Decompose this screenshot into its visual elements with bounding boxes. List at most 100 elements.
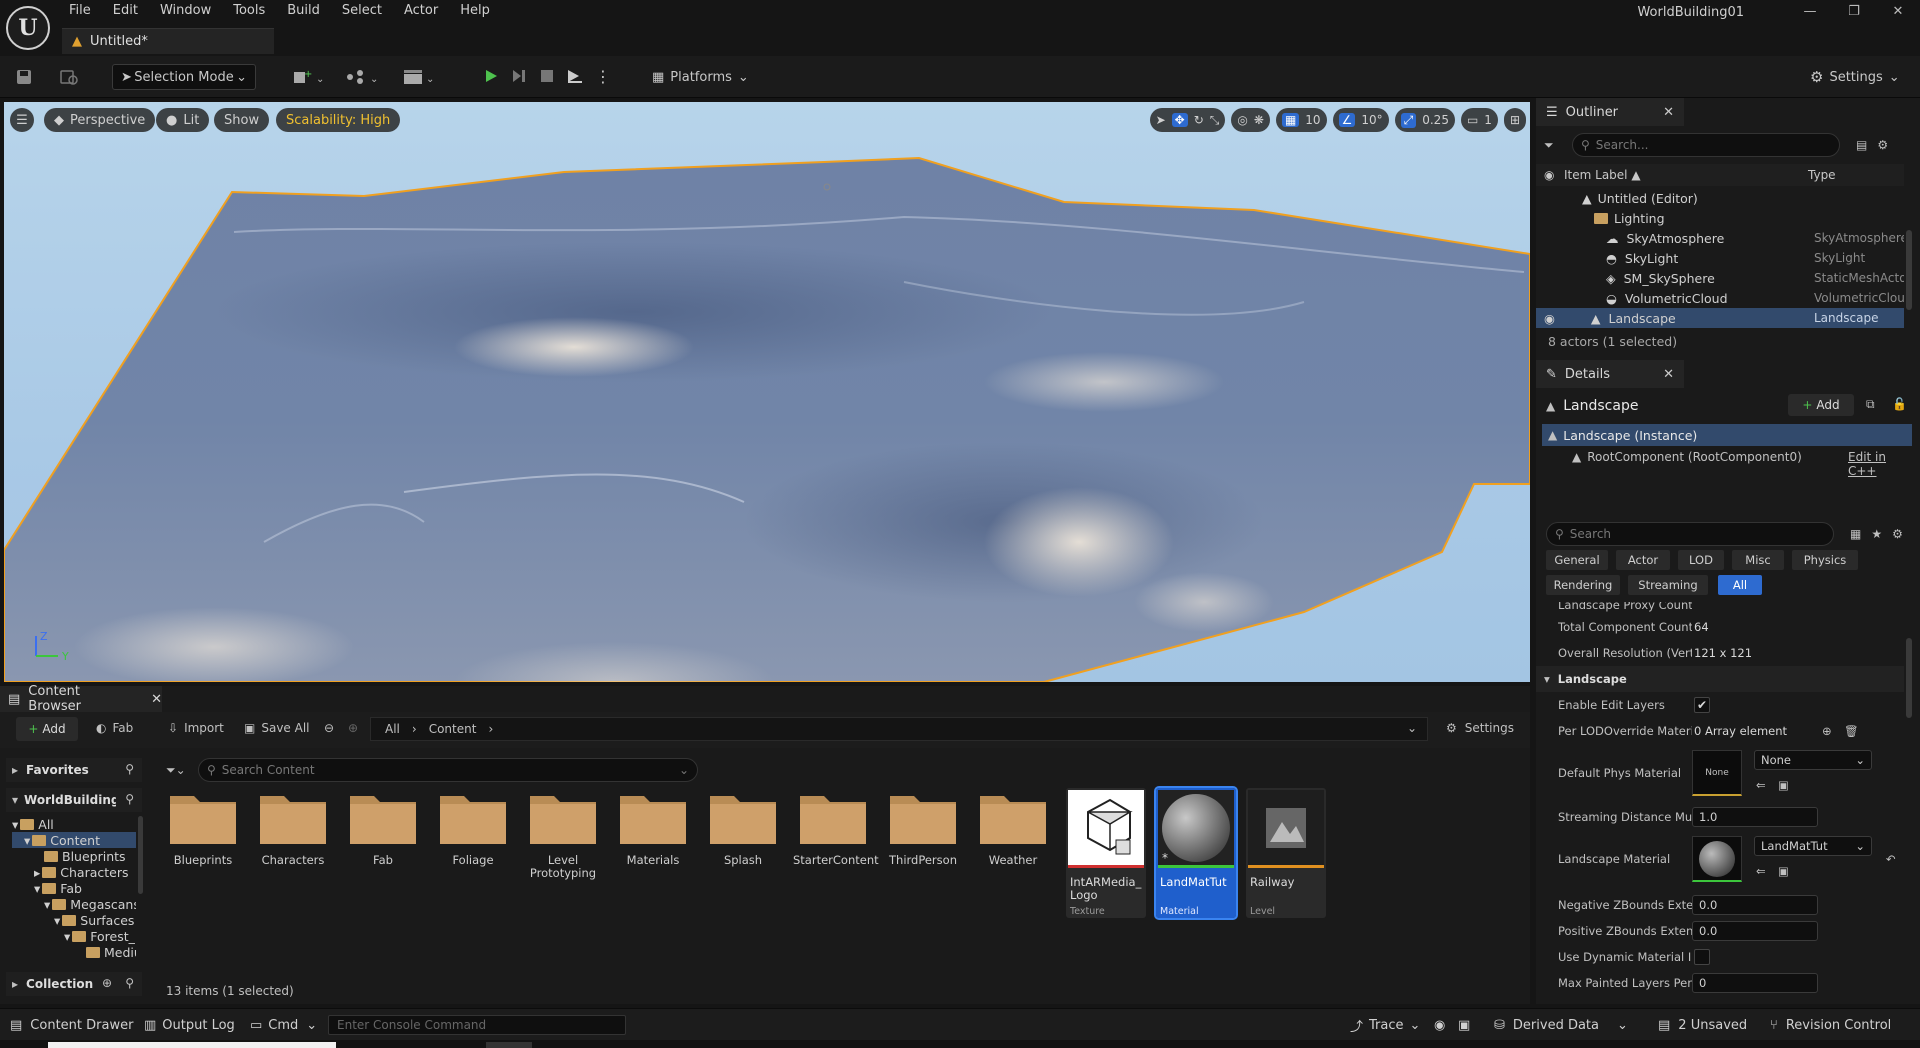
close-icon[interactable]: ✕ [1663,367,1674,382]
add-actor-icon[interactable]: + ⌄ [292,64,326,90]
tree-scrollbar[interactable] [138,816,143,894]
move-tool-icon[interactable]: ✥ [1171,113,1188,127]
filter-icon[interactable]: ⏷⌄ [166,763,198,778]
chevron-down-icon[interactable]: ⌄ [1407,721,1417,735]
positive-zbounds-input[interactable]: 0.0 [1692,921,1818,941]
scale-snap-value[interactable]: 0.25 [1422,113,1449,127]
level-viewport[interactable]: ☰ ◆ Perspective ● Lit Show Scalability: … [4,102,1530,682]
edit-in-cpp-link[interactable]: Edit in C++ [1848,450,1912,478]
play-icon[interactable] [480,64,502,88]
filter-streaming[interactable]: Streaming [1628,575,1708,595]
world-icon[interactable]: ◎ [1237,113,1247,127]
search-icon[interactable]: ⚲ [125,762,134,776]
menu-edit[interactable]: Edit [102,0,149,24]
outliner-search-input[interactable]: ⚲ Search... [1572,133,1840,157]
search-icon[interactable]: ⚲ [125,792,134,806]
add-folder-icon[interactable]: ▤ [1856,138,1867,152]
gear-icon[interactable]: ⚙ [1877,138,1888,152]
taskbar-item[interactable] [48,1042,336,1048]
folder-foliage[interactable]: Foliage [433,788,513,918]
lit-button[interactable]: ● Lit [156,108,210,132]
outliner-row-volumetriccloud[interactable]: ◒ VolumetricCloud VolumetricCloud [1536,288,1904,308]
content-drawer-button[interactable]: ▤ Content Drawer [10,1009,133,1041]
menu-window[interactable]: Window [149,0,222,24]
browse-folder-icon[interactable]: ▣ [1778,864,1789,878]
selection-mode-dropdown[interactable]: ➤ Selection Mode ⌄ [112,64,256,90]
forward-arrow-icon[interactable]: ⊕ [348,721,358,735]
folder-splash[interactable]: Splash [703,788,783,918]
fab-button[interactable]: ◐ Fab [96,721,133,735]
output-log-button[interactable]: ▥ Output Log [144,1009,235,1041]
outliner-scrollbar[interactable] [1906,230,1912,310]
close-icon[interactable]: ✕ [1876,0,1920,24]
unsaved-button[interactable]: ▤ 2 Unsaved [1658,1009,1747,1041]
cmd-dropdown[interactable]: ▭ Cmd ⌄ [250,1009,317,1041]
favorites-section[interactable]: ▸ Favorites ⚲ [6,758,142,782]
derived-data-dropdown[interactable]: ⛁ Derived Data ⌄ [1494,1009,1628,1041]
dynamic-material-checkbox[interactable] [1694,949,1710,965]
record-icon[interactable]: ◉ [1434,1009,1445,1041]
add-element-icon[interactable]: ⊕ [1822,724,1832,738]
tree-medium[interactable]: Mediu [86,944,136,960]
tree-fab[interactable]: ▾ Fab [34,880,82,896]
outliner-row-skyatmosphere[interactable]: ☁ SkyAtmosphere SkyAtmosphere [1536,228,1904,248]
camera-icon[interactable]: ▭ [1467,113,1478,127]
unreal-logo-icon[interactable]: U [6,6,50,50]
back-arrow-icon[interactable]: ⊖ [324,721,334,735]
add-component-button[interactable]: + Add [1788,394,1854,416]
enable-edit-layers-checkbox[interactable]: ✔ [1694,697,1710,713]
trace-dropdown[interactable]: ⤴ Trace ⌄ [1350,1009,1420,1041]
level-tab[interactable]: ▲ Untitled* [62,28,274,54]
component-instance-row[interactable]: ▲ Landscape (Instance) [1542,424,1912,446]
tree-megascans[interactable]: ▾ Megascans [44,896,136,912]
asset-landmattut[interactable]: * LandMatTut Material [1154,786,1238,920]
outliner-row-lighting[interactable]: Lighting [1536,208,1904,228]
folder-level-prototyping[interactable]: Level Prototyping [523,788,603,918]
filter-general[interactable]: General [1546,550,1608,570]
select-tool-icon[interactable]: ➤ [1156,113,1166,127]
tree-surfaces[interactable]: ▾ Surfaces [54,912,134,928]
restore-icon[interactable]: ❐ [1832,0,1876,24]
details-search-input[interactable]: ⚲ Search [1546,522,1834,546]
table-view-icon[interactable]: ▦ [1850,527,1861,541]
scalability-warning[interactable]: Scalability: High [276,108,401,132]
type-column[interactable]: Type [1808,168,1836,182]
platforms-button[interactable]: ▦ Platforms ⌄ [652,64,749,90]
folder-materials[interactable]: Materials [613,788,693,918]
browse-level-icon[interactable] [60,64,78,90]
add-collection-icon[interactable]: ⊕ [102,976,112,990]
perspective-button[interactable]: ◆ Perspective [44,108,156,132]
screenshot-icon[interactable]: ▣ [1458,1009,1470,1041]
details-tab[interactable]: ✎ Details ✕ [1536,360,1684,388]
minimize-icon[interactable]: — [1788,0,1832,24]
breadcrumb-all[interactable]: All [385,722,400,736]
landscape-material-dropdown[interactable]: LandMatTut ⌄ [1754,836,1872,856]
filter-lod[interactable]: LOD [1678,550,1724,570]
tree-characters[interactable]: ▸ Characters [34,864,129,880]
collections-section[interactable]: ▸ Collection ⊕ ⚲ [6,972,142,996]
console-command-input[interactable]: Enter Console Command [328,1015,626,1035]
outliner-row-landscape[interactable]: ◉ ▲ Landscape Landscape [1536,308,1904,328]
filter-icon[interactable]: ⏷ [1544,138,1572,153]
folder-starter-content[interactable]: StarterContent [793,788,879,918]
folder-third-person[interactable]: ThirdPerson [883,788,963,918]
launch-icon[interactable] [564,64,586,88]
trash-icon[interactable]: 🗑 [1844,724,1859,738]
asset-intarmedia-logo[interactable]: IntARMedia_ Logo Texture [1066,788,1146,918]
favorite-star-icon[interactable]: ★ [1871,527,1882,541]
stop-icon[interactable] [536,64,558,88]
reset-to-default-icon[interactable]: ↶ [1886,852,1896,866]
rotation-snap-value[interactable]: 10° [1361,113,1382,127]
angle-snap-icon[interactable]: ∠ [1338,113,1356,127]
tree-blueprints[interactable]: Blueprints [44,848,126,864]
tree-content[interactable]: ▾ Content [12,832,136,848]
grid-snap-value[interactable]: 10 [1305,113,1320,127]
menu-select[interactable]: Select [331,0,393,24]
save-icon[interactable] [16,64,32,90]
tree-all[interactable]: ▾ All [12,816,54,832]
close-icon[interactable]: ✕ [1663,105,1674,120]
details-scrollbar[interactable] [1906,638,1912,718]
cb-settings-button[interactable]: ⚙ Settings [1446,721,1514,735]
landscape-render[interactable] [4,102,1530,682]
folder-characters[interactable]: Characters [253,788,333,918]
